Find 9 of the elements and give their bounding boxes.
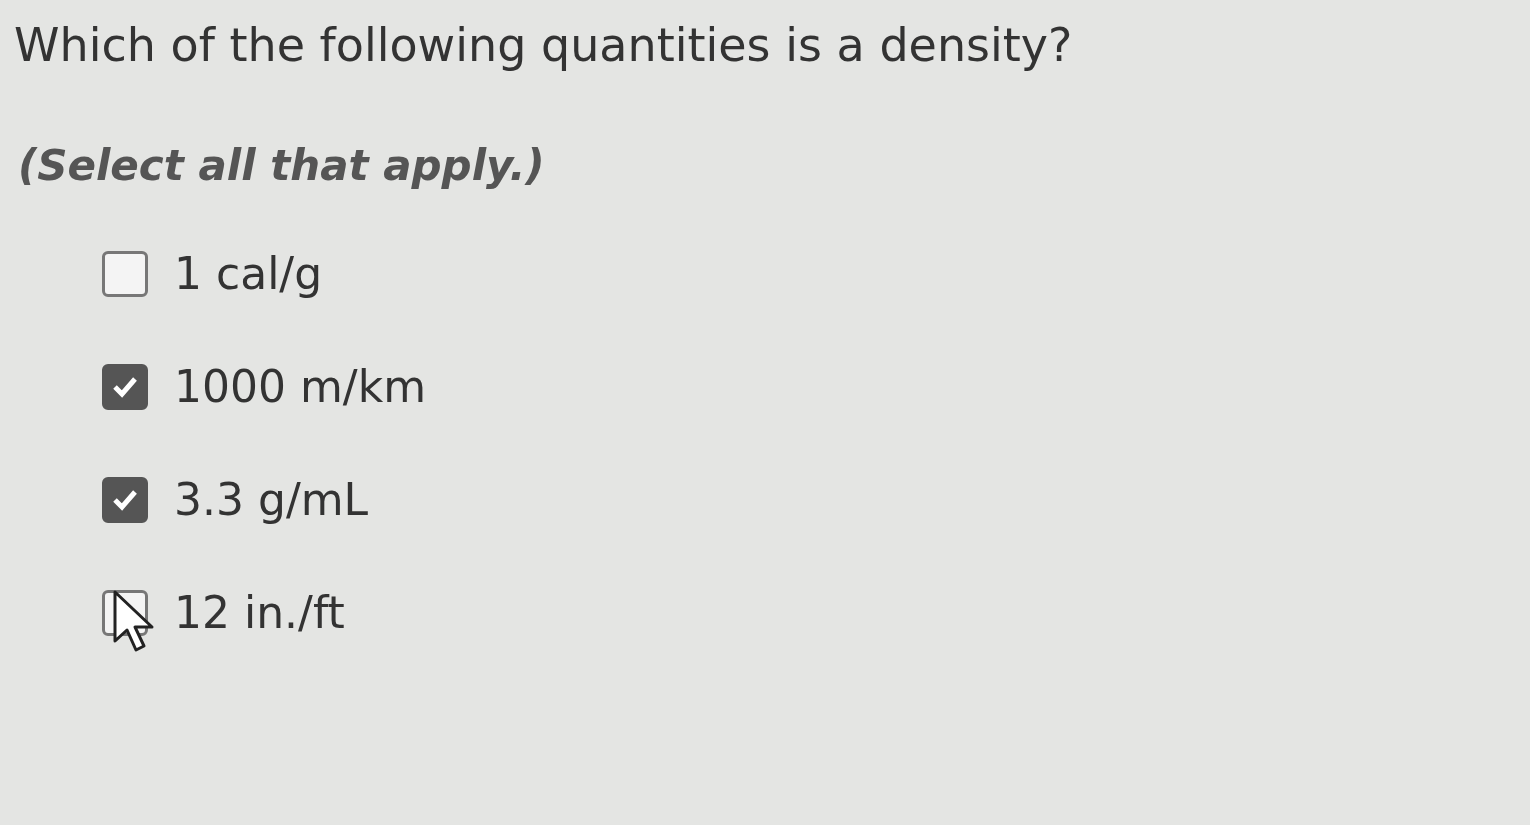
checkbox[interactable] <box>102 363 148 410</box>
option-label[interactable]: 3.3 g/mL <box>174 474 369 526</box>
instruction-text: (Select all that apply.) <box>18 141 546 191</box>
option-label[interactable]: 1 cal/g <box>174 248 323 300</box>
option-label[interactable]: 1000 m/km <box>174 361 426 413</box>
option-label[interactable]: 12 in./ft <box>174 587 345 639</box>
question-text: Which of the following quantities is a density? <box>14 18 1074 74</box>
checkbox[interactable] <box>102 250 148 297</box>
checkbox[interactable] <box>102 476 148 523</box>
